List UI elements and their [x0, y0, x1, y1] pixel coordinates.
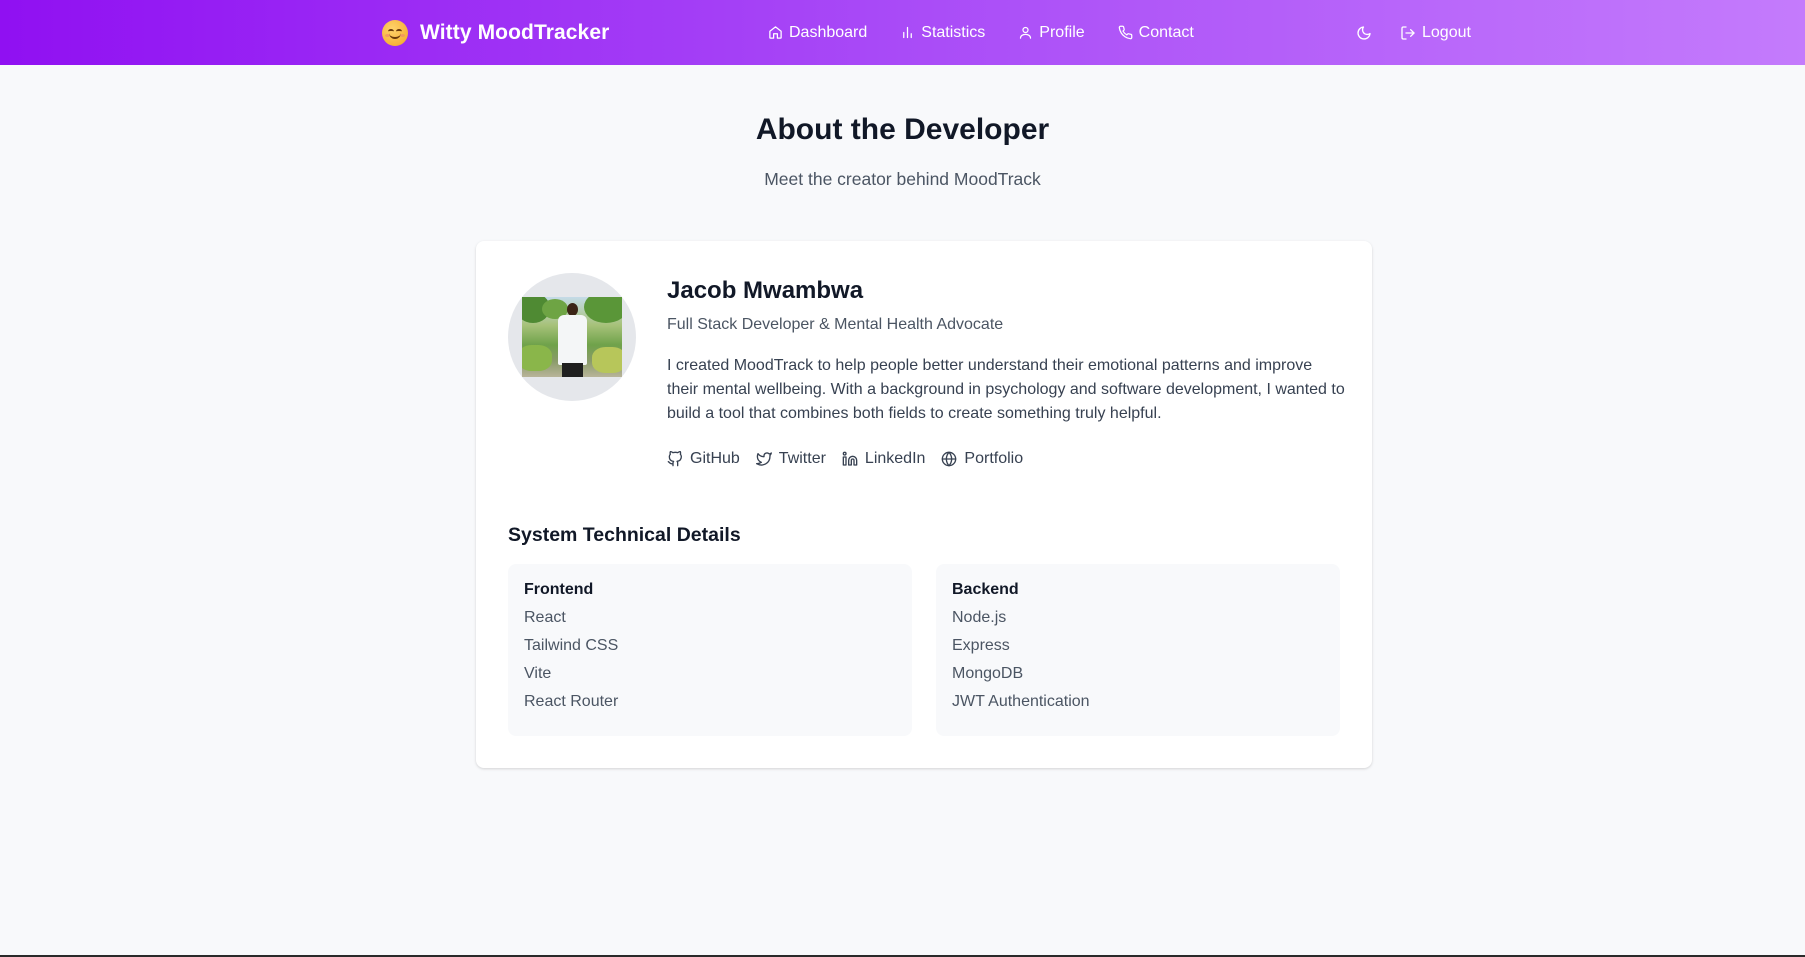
list-item: MongoDB [952, 665, 1024, 682]
home-icon [769, 26, 782, 39]
developer-photo [522, 297, 622, 377]
portfolio-link[interactable]: Portfolio [941, 450, 1023, 468]
logout-icon [1401, 25, 1415, 40]
nav-contact-label: Contact [1138, 23, 1194, 41]
tech-details-title: System Technical Details [508, 524, 741, 546]
list-item: Vite [524, 665, 552, 682]
twitter-icon [755, 452, 772, 466]
moon-icon [1357, 25, 1371, 40]
logout-button[interactable]: Logout [1400, 24, 1471, 42]
theme-toggle-button[interactable] [1356, 25, 1372, 41]
brand-name: Witty MoodTracker [420, 20, 610, 44]
twitter-label: Twitter [778, 450, 826, 467]
smiley-emoji-icon [382, 19, 408, 46]
page-title: About the Developer [755, 113, 1050, 146]
nav-profile-label: Profile [1039, 23, 1085, 41]
developer-role: Full Stack Developer & Mental Health Adv… [667, 316, 1004, 333]
brand[interactable]: Witty MoodTracker [382, 0, 609, 65]
nav-statistics-label: Statistics [921, 23, 986, 41]
linkedin-icon [842, 451, 858, 466]
page-subtitle: Meet the creator behind MoodTrack [764, 169, 1041, 189]
nav-contact[interactable]: Contact [1118, 24, 1194, 42]
github-link[interactable]: GitHub [667, 450, 740, 468]
list-item: React Router [524, 693, 619, 710]
github-label: GitHub [690, 450, 740, 467]
developer-name: Jacob Mwambwa [667, 277, 864, 304]
backend-title: Backend [952, 581, 1019, 598]
list-item: JWT Authentication [952, 693, 1090, 710]
github-icon [667, 451, 682, 467]
avatar [508, 273, 636, 401]
list-item: Express [952, 637, 1010, 654]
nav-profile[interactable]: Profile [1018, 23, 1085, 42]
nav-dashboard-label: Dashboard [789, 23, 868, 41]
logout-label: Logout [1422, 23, 1471, 41]
linkedin-link[interactable]: LinkedIn [842, 450, 926, 468]
social-links: GitHub Twitter LinkedIn Portfolio [667, 450, 1023, 468]
frontend-title: Frontend [524, 581, 594, 598]
globe-icon [942, 451, 957, 467]
phone-icon [1118, 25, 1133, 40]
backend-panel: Backend Node.js Express MongoDB JWT Auth… [936, 564, 1340, 736]
developer-bio: I created MoodTrack to help people bette… [667, 357, 1345, 422]
bar-chart-icon [903, 26, 913, 39]
top-navbar: Witty MoodTracker Dashboard Statistics P… [0, 0, 1805, 65]
developer-card: Jacob Mwambwa Full Stack Developer & Men… [476, 241, 1372, 768]
twitter-link[interactable]: Twitter [755, 450, 826, 468]
nav-dashboard[interactable]: Dashboard [768, 24, 867, 42]
linkedin-label: LinkedIn [864, 450, 926, 467]
main-nav: Dashboard Statistics Profile Contact [768, 0, 1194, 65]
portfolio-label: Portfolio [964, 450, 1024, 467]
user-icon [1020, 26, 1032, 39]
list-item: Tailwind CSS [524, 637, 619, 654]
nav-statistics[interactable]: Statistics [900, 24, 985, 42]
list-item: React [524, 609, 566, 626]
list-item: Node.js [952, 609, 1007, 626]
nav-actions: Logout [1356, 0, 1471, 65]
frontend-panel: Frontend React Tailwind CSS Vite React R… [508, 564, 912, 736]
